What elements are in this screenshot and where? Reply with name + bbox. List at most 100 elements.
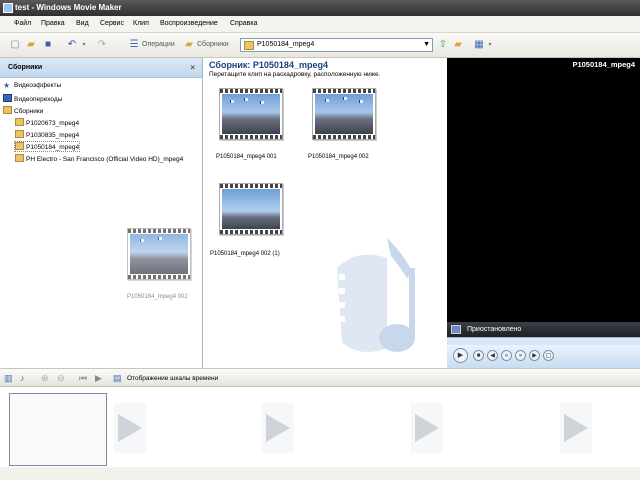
clip-thumbnail[interactable] [312, 88, 376, 140]
undo-icon[interactable]: ↶ [66, 39, 78, 51]
filmstrip-top [220, 184, 282, 188]
collections-pane: Сборники × ★ Видеоэффекты Видеопереходы С… [0, 58, 203, 368]
tasks-icon[interactable]: ☰ [128, 39, 140, 51]
undo-dropdown-icon[interactable]: ▾ [78, 39, 90, 51]
menu-clip[interactable]: Клип [133, 20, 149, 27]
clip-thumbnail [127, 228, 191, 280]
tree-item-collections[interactable]: Сборники [3, 106, 43, 115]
tree-item-label: Видеоэффекты [14, 82, 62, 89]
tree-item-collection-selected[interactable]: P1050184_mpeg4 [13, 141, 81, 152]
menu-help[interactable]: Справка [230, 20, 257, 27]
timeline-icon[interactable]: ▤ [113, 373, 122, 383]
new-project-icon[interactable]: ▢ [9, 39, 21, 51]
clip-thumbnail[interactable] [219, 88, 283, 140]
filmstrip-top [313, 89, 375, 93]
menu-edit[interactable]: Правка [41, 20, 65, 27]
preview-status-bar: Приостановлено [447, 322, 640, 337]
chevron-down-icon[interactable]: ▼ [423, 41, 430, 48]
collections-button[interactable]: Сборники [197, 41, 229, 48]
content-pane-title: Сборник: P1050184_mpeg4 [209, 60, 328, 70]
fullscreen-button[interactable]: ▢ [543, 350, 554, 361]
close-icon[interactable]: × [190, 58, 195, 78]
window-title: test - Windows Movie Maker [15, 3, 122, 12]
previous-frame-button[interactable]: ◀ [487, 350, 498, 361]
menu-view[interactable]: Вид [76, 20, 89, 27]
show-timeline-button[interactable]: Отображение шкалы времени [127, 375, 218, 382]
preview-controls: ▶ ■ ◀ « » ▶ ▢ [447, 345, 640, 368]
collection-icon [244, 41, 254, 50]
narrate-icon[interactable]: ♪ [20, 373, 25, 383]
views-dropdown-icon[interactable]: ▾ [484, 39, 496, 51]
new-folder-icon[interactable]: ▰ [452, 39, 464, 51]
rewind-button[interactable]: « [501, 350, 512, 361]
storyboard [0, 387, 640, 467]
open-project-icon[interactable]: ▰ [25, 39, 37, 51]
tree-item-collection[interactable]: PH Electro - San Francisco (Official Vid… [15, 154, 183, 163]
flag-icon [359, 100, 363, 103]
menu-playback[interactable]: Воспроизведение [160, 20, 218, 27]
collections-icon[interactable]: ▰ [183, 39, 195, 51]
flag-icon [325, 99, 329, 102]
transition-arrow-icon [118, 414, 142, 442]
filmstrip-top [128, 229, 190, 233]
preview-video-area [449, 72, 638, 322]
tree-item-label: P1020673_mpeg4 [26, 120, 80, 127]
preview-status-text: Приостановлено [467, 326, 522, 333]
collection-dropdown[interactable]: P1050184_mpeg4 ▼ [240, 38, 433, 52]
clip-frame-image [130, 234, 188, 274]
filmstrip-bottom [220, 135, 282, 139]
folder-icon [3, 106, 12, 114]
play-storyboard-icon[interactable]: ▶ [95, 373, 102, 383]
filmstrip-bottom [313, 135, 375, 139]
clip-label: P1050184_mpeg4 001 [216, 154, 277, 160]
movie-maker-logo-watermark [337, 238, 415, 352]
zoom-in-icon[interactable]: ⊕ [41, 373, 49, 383]
collection-icon [15, 118, 24, 126]
tree-item-label: PH Electro - San Francisco (Official Vid… [26, 156, 184, 163]
flag-icon [158, 237, 162, 240]
clip-frame-image [222, 189, 280, 229]
flag-icon [343, 97, 347, 100]
clip-label: P1050184_mpeg4 002 [308, 154, 369, 160]
collection-dropdown-value: P1050184_mpeg4 [257, 41, 315, 48]
save-project-icon[interactable]: ■ [42, 39, 54, 51]
play-button[interactable]: ▶ [453, 348, 468, 363]
forward-button[interactable]: » [515, 350, 526, 361]
tree-item-video-transitions[interactable]: Видеопереходы [3, 94, 62, 103]
preview-seek-bar[interactable] [447, 337, 640, 345]
monitor-icon [451, 325, 461, 334]
flag-icon [244, 98, 248, 101]
rewind-storyboard-icon[interactable]: ⏮ [79, 373, 87, 383]
zoom-out-icon[interactable]: ⊖ [57, 373, 65, 383]
tree-item-label: Видеопереходы [14, 96, 63, 103]
clip-frame-image [315, 94, 373, 134]
preview-monitor: P1050184_mpeg4 Приостановлено ▶ ■ ◀ « » … [447, 58, 640, 368]
status-bar [0, 467, 640, 480]
menu-file[interactable]: Файл [14, 20, 31, 27]
clip-thumbnail[interactable] [219, 183, 283, 235]
toolbar: ▢ ▰ ■ ↶ ▾ ↷ ☰ Операции ▰ Сборники P10501… [0, 33, 640, 58]
tree-item-collection[interactable]: P1020673_mpeg4 [15, 118, 79, 127]
stop-button[interactable]: ■ [473, 350, 484, 361]
transition-icon [3, 94, 12, 102]
storyboard-clip-slot[interactable] [9, 393, 107, 466]
tasks-button[interactable]: Операции [142, 41, 175, 48]
star-icon: ★ [3, 81, 11, 90]
tree-item-collection[interactable]: P1030835_mpeg4 [15, 130, 79, 139]
flag-icon [140, 239, 144, 242]
dragged-clip-label: P1050184_mpeg4 002 [127, 294, 188, 300]
tree-item-label: Сборники [14, 108, 44, 115]
up-level-icon[interactable]: ⇧ [437, 39, 449, 51]
storyboard-view-icon[interactable]: ▥ [4, 373, 13, 383]
transition-arrow-icon [564, 414, 588, 442]
redo-icon[interactable]: ↷ [96, 39, 108, 51]
flag-icon [260, 101, 264, 104]
flag-icon [230, 100, 234, 103]
tree-item-label: P1050184_mpeg4 [26, 144, 80, 151]
collection-icon [15, 130, 24, 138]
filmstrip-bottom [220, 230, 282, 234]
content-pane-subtitle: Перетащите клип на раскадровку, располож… [209, 71, 381, 78]
tree-item-video-effects[interactable]: ★ Видеоэффекты [3, 82, 61, 90]
next-frame-button[interactable]: ▶ [529, 350, 540, 361]
menu-tools[interactable]: Сервис [100, 20, 124, 27]
